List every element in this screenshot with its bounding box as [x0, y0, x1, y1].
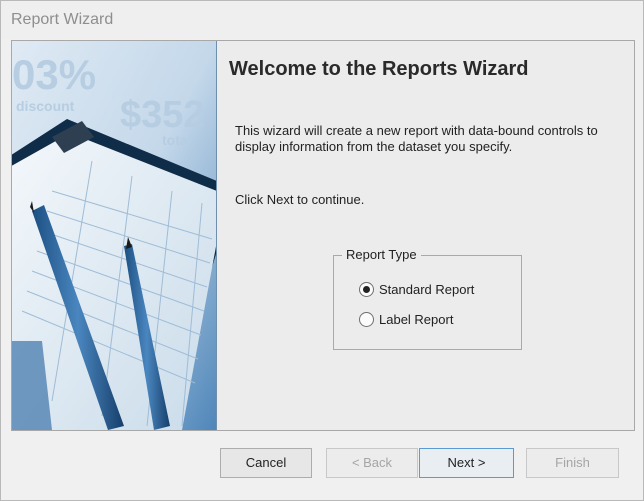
radio-label-report-control[interactable] — [359, 312, 374, 327]
report-type-legend: Report Type — [342, 247, 421, 262]
report-type-group: Report Type Standard Report Label Report — [333, 247, 522, 350]
next-button[interactable]: Next > — [419, 448, 514, 478]
radio-label-report-label[interactable]: Label Report — [379, 312, 453, 327]
finish-button[interactable]: Finish — [526, 448, 619, 478]
radio-standard-report-label[interactable]: Standard Report — [379, 282, 474, 297]
radio-label-report[interactable]: Label Report — [359, 312, 453, 327]
footer-separator — [11, 430, 635, 431]
wizard-banner-image: 03% discount $352 total — [12, 41, 217, 430]
wizard-description: This wizard will create a new report wit… — [235, 123, 598, 154]
title-bar: Report Wizard — [1, 1, 643, 39]
banner-text-total: total — [162, 132, 192, 148]
radio-standard-report-control[interactable] — [359, 282, 374, 297]
page-title: Welcome to the Reports Wizard — [229, 58, 529, 80]
window-title: Report Wizard — [11, 11, 114, 28]
wizard-content-panel: 03% discount $352 total Welcome to the R… — [11, 40, 635, 430]
continue-instruction: Click Next to continue. — [235, 192, 365, 207]
cancel-button[interactable]: Cancel — [220, 448, 312, 478]
banner-text-price: $352 — [120, 94, 205, 136]
report-wizard-window: Report Wizard 03% discount $352 total We… — [0, 0, 644, 501]
clipboard-pens-illustration-icon: 03% discount $352 total — [12, 41, 216, 430]
back-button[interactable]: < Back — [326, 448, 418, 478]
banner-text-percent: 03% — [12, 51, 96, 98]
banner-text-discount: discount — [16, 98, 75, 114]
radio-standard-report[interactable]: Standard Report — [359, 282, 474, 297]
